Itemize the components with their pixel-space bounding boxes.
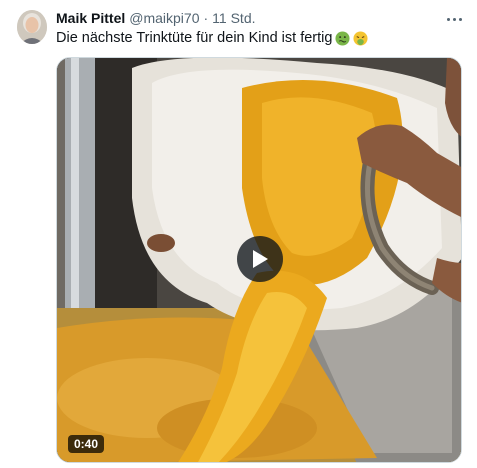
more-options-button[interactable] [442, 10, 466, 28]
video-duration-badge: 0:40 [68, 435, 105, 453]
tweet-text: Die nächste Trinktüte für dein Kind ist … [56, 30, 368, 46]
more-options-icon [446, 17, 450, 21]
avatar[interactable] [17, 10, 47, 44]
nauseated-face-emoji [335, 30, 350, 46]
video-media[interactable]: 0:40 [56, 57, 462, 463]
author-handle[interactable]: @maikpi70 [129, 10, 199, 26]
timestamp[interactable]: 11 Std. [212, 10, 255, 26]
tweet-header: Maik Pittel @maikpi70 · 11 Std. [56, 10, 256, 28]
tweet[interactable]: Maik Pittel @maikpi70 · 11 Std. Die näch… [0, 0, 477, 468]
play-button[interactable] [237, 236, 283, 282]
header-separator: · [203, 10, 209, 26]
author-name[interactable]: Maik Pittel [56, 10, 125, 26]
tweet-text-content: Die nächste Trinktüte für dein Kind ist … [56, 30, 333, 46]
vomiting-face-emoji [353, 30, 368, 46]
play-icon [253, 250, 268, 268]
